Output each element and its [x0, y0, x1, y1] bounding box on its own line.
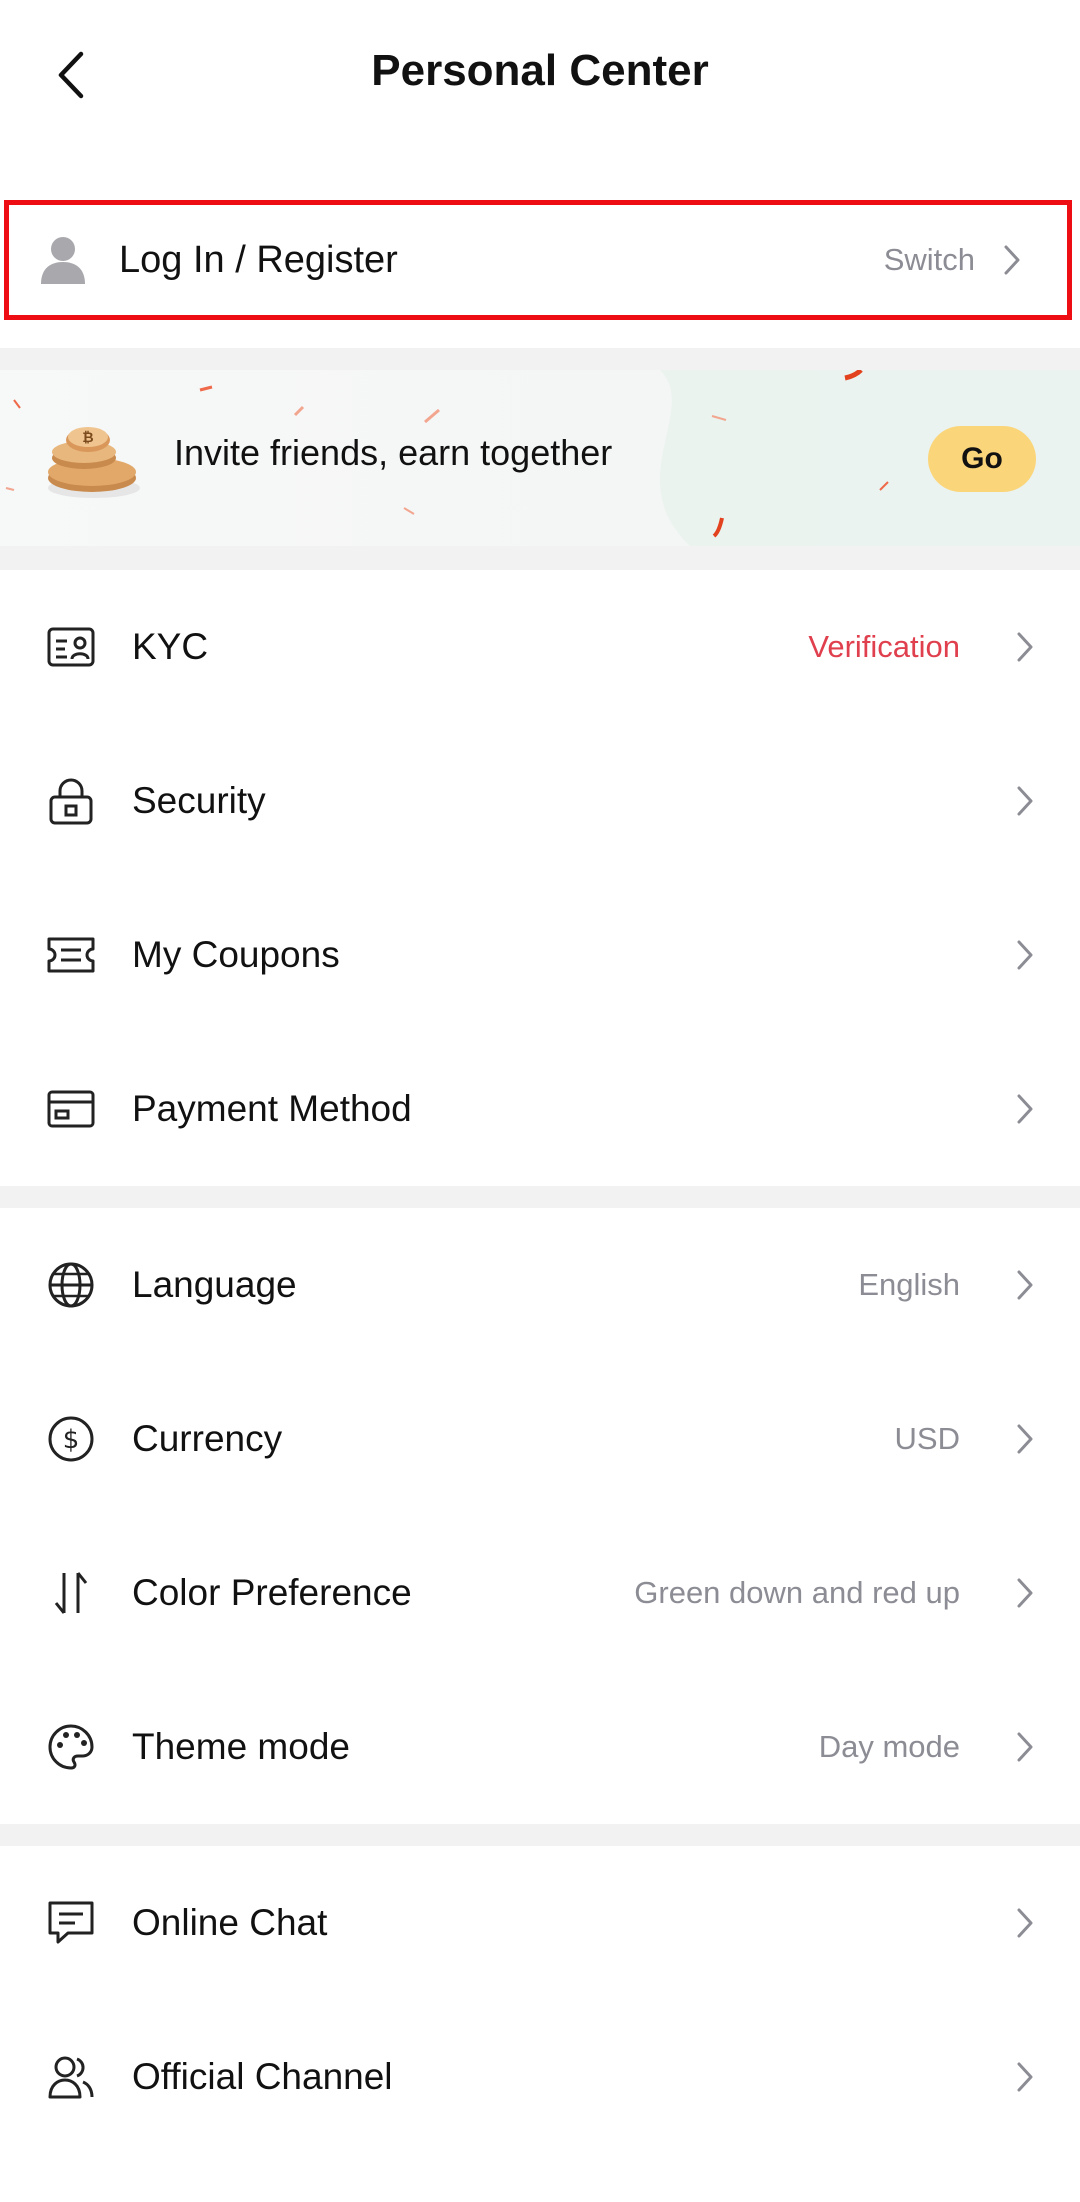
menu-item-language[interactable]: Language English — [0, 1208, 1080, 1362]
login-register-row[interactable]: Log In / Register Switch — [4, 200, 1072, 320]
chevron-right-icon — [1017, 1270, 1033, 1300]
theme-mode-label: Theme mode — [132, 1726, 350, 1767]
section-divider — [0, 348, 1080, 370]
card-icon — [46, 1084, 96, 1134]
chevron-right-icon — [1017, 1094, 1033, 1124]
menu-item-theme-mode[interactable]: Theme mode Day mode — [0, 1670, 1080, 1824]
menu-item-official-channel[interactable]: Official Channel — [0, 2000, 1080, 2154]
chevron-right-icon — [1017, 786, 1033, 816]
official-channel-label: Official Channel — [132, 2056, 393, 2097]
coupons-label: My Coupons — [132, 934, 340, 975]
menu-item-payment-method[interactable]: Payment Method — [0, 1032, 1080, 1186]
user-avatar-icon — [41, 237, 85, 284]
chevron-right-icon — [1017, 1578, 1033, 1608]
svg-text:₿: ₿ — [82, 430, 93, 446]
theme-mode-value: Day mode — [818, 1729, 960, 1764]
chevron-right-icon — [1004, 245, 1020, 275]
payment-method-label: Payment Method — [132, 1088, 412, 1129]
chevron-right-icon — [1017, 632, 1033, 662]
color-preference-value: Green down and red up — [634, 1575, 960, 1610]
menu-item-online-chat[interactable]: Online Chat — [0, 1846, 1080, 2000]
section-divider — [0, 1186, 1080, 1208]
chevron-right-icon — [1017, 940, 1033, 970]
menu-item-kyc[interactable]: KYC Verification — [0, 570, 1080, 724]
palette-icon — [46, 1722, 96, 1772]
menu-item-color-preference[interactable]: Color Preference Green down and red up — [0, 1516, 1080, 1670]
header: Personal Center — [0, 0, 1080, 150]
language-label: Language — [132, 1264, 297, 1305]
users-icon — [46, 2052, 96, 2102]
switch-account-button[interactable]: Switch — [884, 242, 1023, 278]
chevron-right-icon — [1017, 1732, 1033, 1762]
invite-banner-text: Invite friends, earn together — [174, 432, 613, 473]
currency-value: USD — [894, 1421, 960, 1456]
security-label: Security — [132, 780, 266, 821]
menu-item-currency[interactable]: $ Currency USD — [0, 1362, 1080, 1516]
color-preference-label: Color Preference — [132, 1572, 412, 1613]
invite-banner[interactable]: ₿ Invite friends, earn together Go — [0, 370, 1080, 546]
coins-icon: ₿ — [48, 427, 140, 498]
arrows-updown-icon — [46, 1568, 96, 1618]
section-divider — [0, 546, 1080, 570]
kyc-label: KYC — [132, 626, 209, 667]
kyc-status: Verification — [808, 629, 960, 664]
svg-text:$: $ — [63, 1425, 80, 1455]
login-register-label: Log In / Register — [119, 238, 398, 281]
section-divider — [0, 1824, 1080, 1846]
globe-icon — [46, 1260, 96, 1310]
currency-label: Currency — [132, 1418, 283, 1459]
ticket-icon — [46, 930, 96, 980]
dollar-icon: $ — [46, 1414, 96, 1464]
switch-label: Switch — [883, 242, 975, 277]
menu-item-security[interactable]: Security — [0, 724, 1080, 878]
chevron-right-icon — [1017, 1908, 1033, 1938]
go-button[interactable]: Go — [928, 426, 1036, 492]
chat-icon — [46, 1898, 96, 1948]
online-chat-label: Online Chat — [132, 1902, 328, 1943]
chevron-right-icon — [1017, 2062, 1033, 2092]
menu-item-coupons[interactable]: My Coupons — [0, 878, 1080, 1032]
language-value: English — [858, 1267, 960, 1302]
chevron-right-icon — [1017, 1424, 1033, 1454]
id-card-icon — [46, 622, 96, 672]
page-title: Personal Center — [371, 46, 709, 95]
lock-icon — [46, 776, 96, 826]
